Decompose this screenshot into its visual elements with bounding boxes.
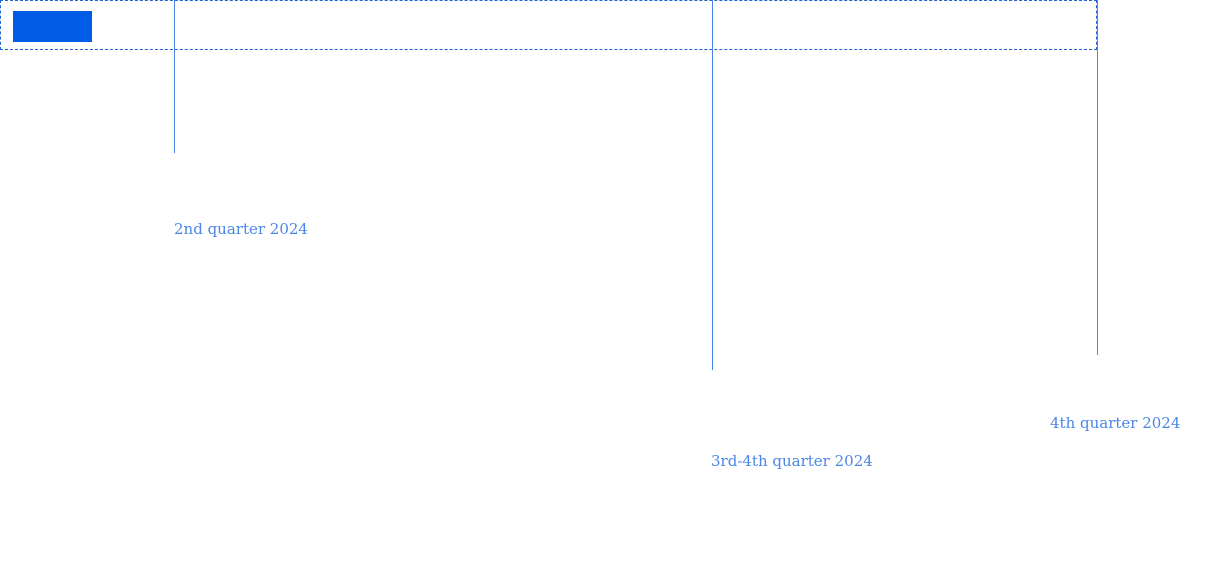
milestone-label-q3-q4-2024: 3rd-4th quarter 2024 [711,452,873,470]
timeline-marker [13,11,92,42]
milestone-line [1097,0,1098,355]
milestone-label-q4-2024: 4th quarter 2024 [1050,414,1181,432]
milestone-line [712,0,713,370]
timeline-frame [0,0,1097,50]
milestone-line [174,0,175,153]
milestone-label-q2-2024: 2nd quarter 2024 [174,220,308,238]
